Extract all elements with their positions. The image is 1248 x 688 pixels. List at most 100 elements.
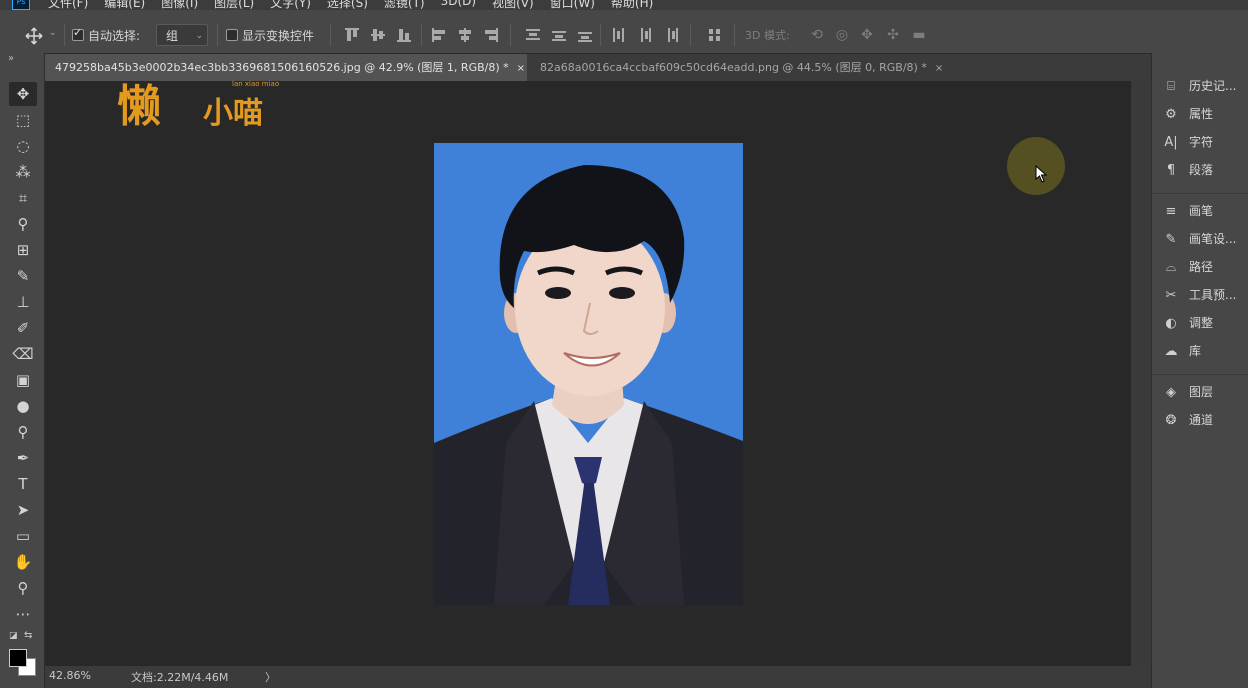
dodge-tool-icon[interactable]: ⚲	[9, 420, 37, 444]
close-icon[interactable]: ×	[517, 63, 525, 74]
distribute-bottom-icon[interactable]	[576, 26, 594, 44]
svg-text:懒: 懒	[117, 81, 161, 132]
align-hcenter-icon[interactable]	[456, 26, 474, 44]
zoom-level[interactable]: 42.86%	[49, 669, 91, 682]
brush-tool-icon[interactable]: ✎	[9, 264, 37, 288]
zoom-tool-icon[interactable]: ⚲	[9, 576, 37, 600]
panel-tool-presets[interactable]: ✂ 工具预...	[1161, 286, 1247, 308]
panel-history[interactable]: ⌸ 历史记...	[1161, 77, 1247, 99]
distribute-left-icon[interactable]	[610, 26, 628, 44]
distribute-top-icon[interactable]	[524, 26, 542, 44]
close-icon[interactable]: ×	[935, 63, 943, 74]
align-left-icon[interactable]	[430, 26, 448, 44]
collapse-arrows-icon[interactable]: »	[8, 53, 14, 64]
menu-file[interactable]: 文件(F)	[48, 0, 88, 10]
healing-brush-tool-icon[interactable]: ⊞	[9, 238, 37, 262]
divider	[690, 24, 691, 46]
channels-icon: ❂	[1165, 413, 1177, 428]
blur-tool-icon[interactable]: ●	[9, 394, 37, 418]
adjustments-icon: ◐	[1165, 316, 1177, 331]
3d-orbit-icon[interactable]: ⟲	[808, 26, 826, 44]
magic-wand-tool-icon[interactable]: ⁂	[9, 160, 37, 184]
lasso-tool-icon[interactable]: ◌	[9, 134, 37, 158]
auto-select-option[interactable]: 自动选择:	[72, 26, 140, 44]
align-bottom-icon[interactable]	[395, 26, 413, 44]
foreground-color-swatch[interactable]	[9, 649, 27, 667]
show-transform-label: 显示变换控件	[242, 29, 315, 43]
align-top-icon[interactable]	[343, 26, 361, 44]
menu-3d[interactable]: 3D(D)	[441, 0, 476, 10]
menu-window[interactable]: 窗口(W)	[550, 0, 595, 10]
canvas-area[interactable]: 懒 小喵 lan xiao miao	[45, 80, 1131, 666]
panel-layers[interactable]: ◈ 图层	[1161, 383, 1247, 405]
divider	[64, 24, 65, 46]
panel-paths[interactable]: ⌓ 路径	[1161, 258, 1247, 280]
align-vcenter-icon[interactable]	[369, 26, 387, 44]
menu-filter[interactable]: 滤镜(T)	[384, 0, 425, 10]
watermark-logo: 懒 小喵 lan xiao miao	[115, 71, 305, 135]
panel-properties[interactable]: ⚙ 属性	[1161, 105, 1247, 127]
panel-brush-settings[interactable]: ✎ 画笔设...	[1161, 230, 1247, 252]
chevron-down-icon[interactable]: ⌄	[49, 28, 57, 38]
clone-stamp-tool-icon[interactable]: ⊥	[9, 290, 37, 314]
3d-scale-icon[interactable]: ▬	[910, 26, 928, 44]
tool-presets-icon: ✂	[1165, 288, 1177, 303]
canvas-scrollbar[interactable]	[1131, 81, 1151, 666]
panel-dock: ⌸ 历史记... ⚙ 属性 A| 字符 ¶ 段落 ≡ 画笔 ✎ 画笔设... ⌓ 路径 ✂ 工具…	[1151, 53, 1248, 688]
type-tool-icon[interactable]: T	[9, 472, 37, 496]
move-tool-preset-icon[interactable]	[24, 26, 44, 46]
layers-icon: ◈	[1166, 385, 1176, 400]
marquee-tool-icon[interactable]: ⬚	[9, 108, 37, 132]
panel-character[interactable]: A| 字符	[1161, 133, 1247, 155]
more-tools-icon[interactable]: ⋯	[9, 602, 37, 626]
panel-brush[interactable]: ≡ 画笔	[1161, 202, 1247, 224]
auto-select-value: 组	[166, 29, 179, 43]
divider	[330, 24, 331, 46]
default-colors-icon[interactable]: ◪	[9, 631, 18, 641]
panel-adjustments[interactable]: ◐ 调整	[1161, 314, 1247, 336]
status-bar: 42.86% 文档:2.22M/4.46M 〉	[45, 666, 1151, 688]
align-right-icon[interactable]	[482, 26, 500, 44]
tab-document-2[interactable]: 82a68a0016ca4ccbaf609c50cd64eadd.png @ 4…	[530, 54, 943, 81]
menu-edit[interactable]: 编辑(E)	[104, 0, 145, 10]
3d-slide-icon[interactable]: ✣	[884, 26, 902, 44]
menu-layer[interactable]: 图层(L)	[214, 0, 254, 10]
menu-select[interactable]: 选择(S)	[327, 0, 368, 10]
distribute-vcenter-icon[interactable]	[550, 26, 568, 44]
panel-channels[interactable]: ❂ 通道	[1161, 411, 1247, 433]
3d-pan-icon[interactable]: ✥	[858, 26, 876, 44]
menu-view[interactable]: 视图(V)	[492, 0, 534, 10]
paths-icon: ⌓	[1165, 260, 1177, 275]
svg-text:lan xiao miao: lan xiao miao	[232, 80, 279, 88]
auto-select-dropdown[interactable]: 组 ⌄	[156, 24, 208, 46]
rectangle-tool-icon[interactable]: ▭	[9, 524, 37, 548]
hand-tool-icon[interactable]: ✋	[9, 550, 37, 574]
swap-colors-icon[interactable]: ⇆	[24, 630, 32, 641]
pen-tool-icon[interactable]: ✒	[9, 446, 37, 470]
id-photo-image	[434, 143, 743, 605]
eraser-tool-icon[interactable]: ⌫	[9, 342, 37, 366]
crop-tool-icon[interactable]: ⌗	[9, 186, 37, 210]
menu-help[interactable]: 帮助(H)	[611, 0, 653, 10]
divider	[1152, 374, 1248, 375]
path-selection-tool-icon[interactable]: ➤	[9, 498, 37, 522]
menu-image[interactable]: 图像(I)	[161, 0, 198, 10]
eyedropper-tool-icon[interactable]: ⚲	[9, 212, 37, 236]
history-brush-tool-icon[interactable]: ✐	[9, 316, 37, 340]
panel-paragraph[interactable]: ¶ 段落	[1161, 161, 1247, 183]
status-menu-arrow-icon[interactable]: 〉	[265, 669, 276, 685]
menu-bar: Ps 文件(F) 编辑(E) 图像(I) 图层(L) 文字(Y) 选择(S) 滤…	[0, 0, 1248, 10]
3d-roll-icon[interactable]: ◎	[833, 26, 851, 44]
move-tool-icon[interactable]: ✥	[9, 82, 37, 106]
auto-align-icon[interactable]	[706, 26, 724, 44]
auto-select-checkbox[interactable]	[72, 26, 84, 41]
distribute-hcenter-icon[interactable]	[636, 26, 654, 44]
svg-text:小喵: 小喵	[203, 96, 263, 131]
options-bar: ⌄ 自动选择: 组⌄ 显示变换控件 3D 模式: ⟲ ◎ ✥ ✣ ▬	[0, 10, 1248, 54]
show-transform-option[interactable]: 显示变换控件	[226, 27, 314, 44]
menu-type[interactable]: 文字(Y)	[270, 0, 311, 10]
show-transform-checkbox[interactable]	[226, 29, 238, 41]
distribute-right-icon[interactable]	[662, 26, 680, 44]
gradient-tool-icon[interactable]: ▣	[9, 368, 37, 392]
panel-libraries[interactable]: ☁ 库	[1161, 342, 1247, 364]
